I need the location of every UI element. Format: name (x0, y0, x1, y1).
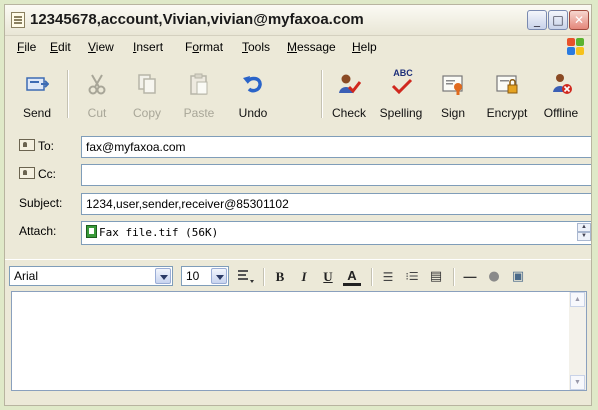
close-button[interactable]: ✕ (569, 10, 589, 30)
check-label: Check (331, 106, 366, 120)
menu-tools[interactable]: Tools (242, 40, 270, 54)
maximize-button[interactable]: □ (548, 10, 568, 30)
hyperlink-icon[interactable]: ● (485, 268, 503, 286)
scroll-down-icon[interactable]: ▼ (577, 232, 591, 241)
send-icon (26, 77, 49, 91)
horizontal-line-button[interactable]: — (461, 268, 479, 286)
window-title: 12345678,account,Vivian,vivian@myfaxoa.c… (30, 11, 364, 28)
tif-file-icon (86, 225, 97, 238)
numbered-list-button[interactable]: ☰ (379, 268, 397, 286)
offline-icon (553, 74, 572, 94)
menu-message[interactable]: Message (287, 40, 336, 54)
cut-label: Cut (87, 106, 107, 120)
paragraph-style-icon[interactable] (237, 269, 255, 285)
menu-file[interactable]: File (17, 40, 36, 54)
menu-bar: File Edit View Insert Format Tools Messa… (5, 36, 591, 58)
sign-certificate-icon (442, 75, 463, 95)
attachment-item[interactable]: Fax file.tif (56K) (99, 226, 218, 239)
attach-scroller[interactable]: ▲ ▼ (577, 223, 591, 241)
spelling-label: Spelling (379, 106, 423, 120)
cut-button[interactable]: Cut (73, 60, 121, 130)
copy-label: Copy (132, 106, 161, 120)
scissors-icon (88, 74, 106, 95)
menu-format[interactable]: Format (185, 40, 223, 54)
menu-view[interactable]: View (88, 40, 114, 54)
copy-button[interactable]: Copy (123, 60, 171, 130)
cc-button[interactable]: Cc: (19, 167, 56, 181)
encrypt-button[interactable]: Encrypt (483, 60, 531, 130)
underline-button[interactable]: U (319, 268, 337, 286)
encrypt-lock-icon (496, 75, 518, 94)
font-color-button[interactable]: A (343, 268, 361, 286)
to-field[interactable]: fax@myfaxoa.com (81, 136, 591, 158)
insert-picture-icon[interactable]: ▣ (509, 268, 527, 286)
paste-button[interactable]: Paste (175, 60, 223, 130)
compose-window: 12345678,account,Vivian,vivian@myfaxoa.c… (4, 4, 592, 406)
attach-field[interactable]: Fax file.tif (56K) ▲ ▼ (81, 221, 591, 245)
offline-label: Offline (543, 106, 579, 120)
cc-field[interactable] (81, 164, 591, 186)
menu-help[interactable]: Help (352, 40, 377, 54)
clipboard-icon (190, 73, 208, 95)
undo-arrow-icon (243, 76, 262, 93)
toolbar: Send Cut Copy Paste Undo Check ABC Spell… (5, 60, 591, 130)
menu-edit[interactable]: Edit (50, 40, 71, 54)
message-icon (11, 12, 25, 28)
minimize-button[interactable]: _ (527, 10, 547, 30)
address-book-icon (19, 167, 35, 179)
menu-insert[interactable]: Insert (133, 40, 163, 54)
scroll-up-icon[interactable]: ▲ (570, 292, 585, 307)
paste-label: Paste (183, 106, 215, 120)
offline-button[interactable]: Offline (537, 60, 585, 130)
to-button[interactable]: To: (19, 139, 54, 153)
align-button[interactable]: ▤ (427, 268, 445, 286)
send-label: Send (22, 106, 52, 120)
format-bar: Arial 10 B I U A ☰ ⁝☰ ▤ — ● ▣ (5, 259, 591, 290)
subject-label: Subject: (19, 196, 63, 210)
undo-label: Undo (238, 106, 268, 120)
vertical-scrollbar[interactable]: ▲ ▼ (569, 292, 586, 390)
send-button[interactable]: Send (13, 60, 61, 130)
spelling-icon: ABC (391, 68, 415, 94)
copy-icon (138, 74, 156, 94)
scroll-up-icon[interactable]: ▲ (577, 223, 591, 232)
windows-logo-icon (567, 38, 585, 56)
sign-button[interactable]: Sign (429, 60, 477, 130)
check-button[interactable]: Check (325, 60, 373, 130)
scroll-down-icon[interactable]: ▼ (570, 375, 585, 390)
chevron-down-icon[interactable] (155, 268, 171, 284)
check-names-icon (339, 74, 361, 94)
font-size-select[interactable]: 10 (181, 266, 229, 286)
title-bar[interactable]: 12345678,account,Vivian,vivian@myfaxoa.c… (5, 5, 591, 36)
address-book-icon (19, 139, 35, 151)
message-body[interactable]: ▲ ▼ (11, 291, 587, 391)
spelling-button[interactable]: ABC Spelling (377, 60, 425, 130)
attach-label: Attach: (19, 224, 57, 238)
italic-button[interactable]: I (295, 268, 313, 286)
bold-button[interactable]: B (271, 268, 289, 286)
chevron-down-icon[interactable] (211, 268, 227, 284)
subject-field[interactable]: 1234,user,sender,receiver@85301102 (81, 193, 591, 215)
encrypt-label: Encrypt (486, 106, 528, 120)
font-select[interactable]: Arial (9, 266, 173, 286)
bullet-list-button[interactable]: ⁝☰ (401, 268, 423, 286)
sign-label: Sign (440, 106, 466, 120)
undo-button[interactable]: Undo (229, 60, 277, 130)
